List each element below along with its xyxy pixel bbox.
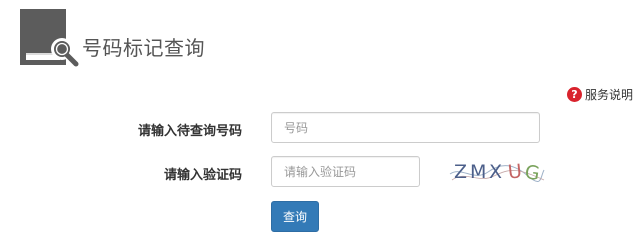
service-info-label: 服务说明 (584, 88, 633, 102)
phone-label: 请输入待查询号码 (137, 124, 242, 139)
page: 号码标记查询 ? 服务说明 请输入待查询号码 请输入验证码 Z M X U G … (0, 0, 640, 242)
captcha-char: G (523, 161, 541, 185)
captcha-char: U (507, 160, 523, 183)
captcha-label: 请输入验证码 (163, 168, 242, 183)
captcha-char: M (470, 161, 486, 183)
page-title: 号码标记查询 (82, 35, 205, 60)
query-button[interactable]: 查询 (271, 201, 319, 232)
question-circle-icon: ? (566, 87, 582, 102)
captcha-char: Z (454, 161, 467, 183)
captcha-image[interactable]: Z M X U G (448, 156, 546, 188)
service-info-link[interactable]: ? 服务说明 (566, 86, 633, 103)
header: 号码标记查询 (20, 9, 205, 67)
book-search-icon (20, 9, 80, 67)
captcha-input[interactable] (271, 156, 420, 187)
captcha-char: X (489, 161, 502, 183)
phone-input[interactable] (271, 112, 540, 143)
